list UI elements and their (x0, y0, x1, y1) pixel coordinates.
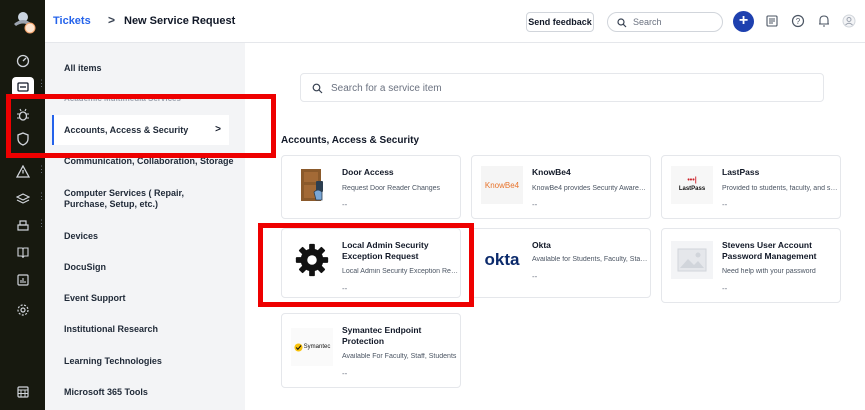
user-icon[interactable] (841, 13, 857, 29)
card-lastpass[interactable]: •••| LastPass LastPass Provided to stude… (661, 155, 841, 219)
service-item-search-input[interactable]: Search for a service item (300, 73, 824, 102)
image-placeholder-icon (671, 241, 713, 279)
category-label: Accounts, Access & Security (64, 125, 189, 135)
global-search-input[interactable]: Search (607, 12, 723, 32)
category-docusign[interactable]: DocuSign (64, 262, 106, 273)
send-feedback-button[interactable]: Send feedback (526, 12, 594, 32)
okta-logo: okta (484, 250, 520, 269)
category-learning-technologies[interactable]: Learning Technologies (64, 356, 162, 367)
page-title: New Service Request (124, 15, 236, 27)
card-description: Request Door Reader Changes (342, 185, 441, 192)
category-academic-multimedia[interactable]: Academic Multimedia Services (64, 93, 181, 104)
dashboard-icon[interactable] (14, 52, 32, 70)
card-title: Symantec Endpoint Protection (342, 325, 422, 346)
shield-icon[interactable] (14, 130, 32, 148)
card-local-admin-exception[interactable]: Local Admin Security Exception Request L… (281, 228, 461, 298)
breadcrumb-separator: > (108, 13, 116, 27)
category-all-items[interactable]: All items (64, 63, 102, 74)
help-icon[interactable]: ? (790, 13, 806, 29)
app-logo[interactable] (10, 8, 36, 34)
knowbe4-logo: KnowBe4 (481, 166, 523, 204)
card-title: Stevens User Account Password Management (722, 240, 817, 261)
card-title: Door Access (342, 167, 394, 177)
card-symantec-endpoint[interactable]: Symantec Symantec Endpoint Protection Av… (281, 313, 461, 388)
card-title: LastPass (722, 167, 760, 177)
alert-more-icon: ⋮ (37, 164, 46, 174)
tickets-icon[interactable] (12, 77, 34, 97)
category-institutional-research[interactable]: Institutional Research (64, 324, 158, 335)
main-content: Search for a service item Accounts, Acce… (245, 43, 865, 410)
checkmark-icon (294, 342, 303, 352)
category-accounts-access-security[interactable]: Accounts, Access & Security > (52, 115, 229, 145)
book-icon[interactable] (14, 244, 32, 262)
card-title: Local Admin Security Exception Request (342, 240, 429, 261)
section-title: Accounts, Access & Security (281, 135, 420, 146)
card-okta[interactable]: okta Okta Available for Students, Facult… (471, 228, 651, 298)
card-meta: -- (342, 369, 348, 378)
chevron-right-icon: > (215, 124, 221, 135)
card-description: Provided to students, faculty, and st... (722, 185, 838, 192)
calendar-icon[interactable] (14, 383, 32, 401)
global-search-placeholder: Search (633, 17, 662, 27)
printer-icon[interactable] (14, 217, 32, 235)
category-panel: All items Academic Multimedia Services A… (45, 43, 245, 410)
tickets-more-icon: ⋮ (37, 78, 46, 88)
card-meta: -- (532, 272, 538, 281)
card-description: Available for Students, Faculty, Staff..… (532, 256, 648, 263)
layers-more-icon: ⋮ (37, 191, 46, 201)
category-microsoft-365[interactable]: Microsoft 365 Tools (64, 387, 148, 398)
lastpass-logo: •••| LastPass (671, 166, 713, 204)
breadcrumb-tickets-link[interactable]: Tickets (53, 15, 91, 27)
nav-rail: ⋮ ⋮ ⋮ ⋮ (0, 0, 46, 410)
card-stevens-password[interactable]: Stevens User Account Password Management… (661, 228, 841, 303)
card-meta: -- (342, 200, 348, 209)
card-description: Need help with your password (722, 268, 816, 275)
card-title: KnowBe4 (532, 167, 571, 177)
plus-icon[interactable]: + (733, 11, 754, 32)
bug-icon[interactable] (14, 106, 32, 124)
category-communication[interactable]: Communication, Collaboration, Storage (64, 156, 234, 167)
layers-icon[interactable] (14, 190, 32, 208)
card-door-access[interactable]: Door Access Request Door Reader Changes … (281, 155, 461, 219)
bell-icon[interactable] (816, 13, 832, 29)
gear-icon (291, 241, 333, 279)
symantec-logo: Symantec (291, 328, 333, 366)
printer-more-icon: ⋮ (37, 218, 46, 228)
top-bar: Tickets > New Service Request Send feedb… (45, 0, 865, 43)
service-search-placeholder: Search for a service item (331, 83, 442, 94)
search-icon (617, 18, 627, 28)
card-knowbe4[interactable]: KnowBe4 KnowBe4 KnowBe4 provides Securit… (471, 155, 651, 219)
card-meta: -- (722, 200, 728, 209)
category-devices[interactable]: Devices (64, 231, 98, 242)
reports-icon[interactable] (14, 271, 32, 289)
card-description: Local Admin Security Exception Req... (342, 268, 458, 275)
card-description: Available For Faculty, Staff, Students (342, 353, 457, 360)
alert-icon[interactable] (14, 163, 32, 181)
category-computer-services[interactable]: Computer Services ( Repair, Purchase, Se… (64, 188, 219, 210)
card-title: Okta (532, 240, 551, 250)
settings-icon[interactable] (14, 301, 32, 319)
card-meta: -- (532, 200, 538, 209)
search-icon (312, 83, 323, 94)
records-icon[interactable] (764, 13, 780, 29)
door-icon (291, 166, 333, 204)
category-event-support[interactable]: Event Support (64, 293, 126, 304)
card-meta: -- (342, 284, 348, 293)
svg-text:?: ? (796, 17, 801, 26)
card-description: KnowBe4 provides Security Awaren... (532, 185, 648, 192)
card-meta: -- (722, 284, 728, 293)
